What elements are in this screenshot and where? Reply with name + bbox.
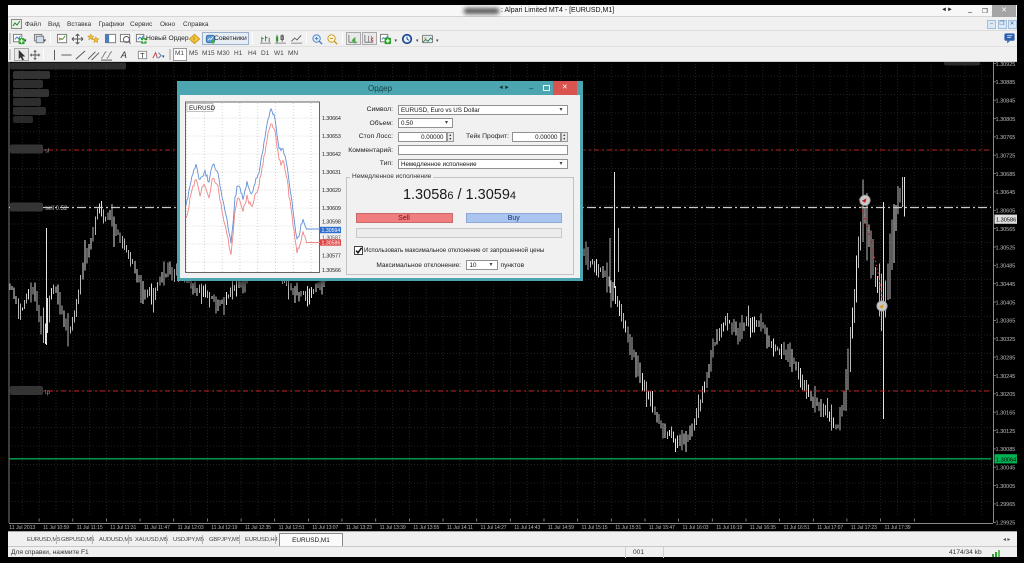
- svg-text:1.30205: 1.30205: [996, 392, 1016, 398]
- svg-text:1.30885: 1.30885: [996, 80, 1016, 86]
- svg-text:1.30645: 1.30645: [996, 190, 1016, 196]
- svg-text:1.30605: 1.30605: [996, 209, 1016, 215]
- svg-text:1.29965: 1.29965: [996, 502, 1016, 508]
- svg-text:1.30586: 1.30586: [322, 241, 341, 247]
- svg-text:EURUSD: EURUSD: [189, 105, 216, 112]
- svg-text:!: !: [193, 36, 195, 43]
- svg-text:1.30620: 1.30620: [322, 188, 341, 194]
- svg-text:1.30325: 1.30325: [996, 337, 1016, 343]
- svg-text:1.30085: 1.30085: [996, 447, 1016, 453]
- svg-text:A: A: [120, 50, 127, 60]
- svg-text:1.30245: 1.30245: [996, 374, 1016, 380]
- svg-text:1.30845: 1.30845: [996, 99, 1016, 105]
- svg-text:1.30045: 1.30045: [996, 466, 1016, 472]
- svg-text:1.30577: 1.30577: [322, 254, 341, 260]
- svg-text:1.30725: 1.30725: [996, 154, 1016, 160]
- svg-text:1.30594: 1.30594: [322, 228, 341, 234]
- svg-text:tp: tp: [45, 390, 51, 396]
- svg-text:1.30586: 1.30586: [996, 218, 1016, 224]
- svg-text:1.30445: 1.30445: [996, 282, 1016, 288]
- svg-text:1.30485: 1.30485: [996, 264, 1016, 270]
- svg-text:T: T: [140, 51, 145, 60]
- svg-text:1.30165: 1.30165: [996, 411, 1016, 417]
- svg-text:1.30525: 1.30525: [996, 245, 1016, 251]
- svg-text:1.30125: 1.30125: [996, 429, 1016, 435]
- svg-text:1.30598: 1.30598: [322, 220, 341, 226]
- svg-text:1.30765: 1.30765: [996, 135, 1016, 141]
- svg-text:1.30631: 1.30631: [322, 170, 341, 176]
- svg-text:1.30005: 1.30005: [996, 484, 1016, 490]
- svg-text:1.30609: 1.30609: [322, 206, 341, 212]
- svg-text:1.30565: 1.30565: [996, 227, 1016, 233]
- svg-text:1.30805: 1.30805: [996, 117, 1016, 123]
- svg-text:1.30653: 1.30653: [322, 134, 341, 140]
- svg-text:sell 0.52: sell 0.52: [45, 206, 68, 212]
- svg-text:1.30064: 1.30064: [996, 457, 1016, 463]
- svg-text:1.29925: 1.29925: [996, 521, 1016, 527]
- svg-text:1.30566: 1.30566: [322, 268, 341, 274]
- svg-text:1.30685: 1.30685: [996, 172, 1016, 178]
- svg-text:1.30664: 1.30664: [322, 116, 341, 122]
- svg-text:1.30925: 1.30925: [996, 62, 1016, 68]
- svg-text:sl: sl: [45, 149, 49, 155]
- svg-text:1.30365: 1.30365: [996, 319, 1016, 325]
- svg-text:1.30285: 1.30285: [996, 355, 1016, 361]
- svg-text:1.30405: 1.30405: [996, 300, 1016, 306]
